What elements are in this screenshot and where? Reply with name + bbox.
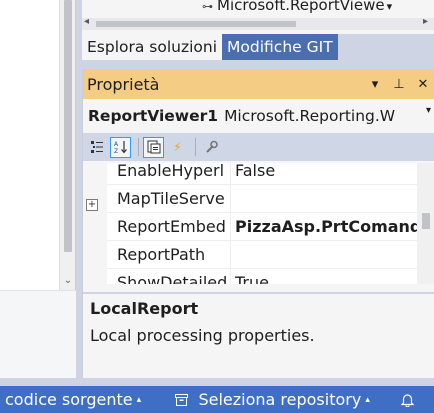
- horizontal-scrollbar[interactable]: ◂ ▸: [82, 16, 434, 30]
- properties-toolbar: AZ ⚡: [83, 133, 434, 161]
- scroll-right-icon[interactable]: ▸: [423, 16, 428, 27]
- categorized-icon[interactable]: [86, 137, 107, 158]
- property-grid-scrollbar[interactable]: [417, 163, 434, 284]
- properties-window: Proprietà ▾ ⊥ ✕ ReportViewer1 Microsoft.…: [82, 69, 434, 378]
- description-text: Local processing properties.: [90, 326, 315, 345]
- scroll-down-icon[interactable]: ⌄: [60, 275, 76, 287]
- events-icon[interactable]: ⚡: [167, 137, 188, 158]
- status-bar: codice sorgente ▴ Seleziona repository ▴: [0, 386, 434, 413]
- repository-icon: [175, 393, 192, 409]
- notification-bell-icon: [400, 391, 415, 409]
- chevron-down-icon: ▾: [386, 0, 393, 13]
- tool-window-tabs: Esplora soluzioni Modifiche GIT: [82, 34, 434, 60]
- property-row[interactable]: ReportEmbed PizzaAsp.PrtComande.rdlc: [107, 213, 417, 241]
- property-row[interactable]: ShowDetailed True: [107, 269, 417, 284]
- object-type: Microsoft.Reporting.W: [224, 107, 396, 125]
- scroll-left-icon[interactable]: ◂: [84, 16, 89, 27]
- property-name: ReportPath: [117, 245, 206, 264]
- description-title: LocalReport: [90, 299, 199, 318]
- column-divider: [230, 163, 231, 185]
- grid-margin: [83, 163, 107, 284]
- property-row[interactable]: ReportPath: [107, 241, 417, 269]
- select-repository-button[interactable]: Seleziona repository ▴: [175, 386, 370, 413]
- window-dropdown-icon[interactable]: ▾: [363, 77, 387, 92]
- editor-vertical-scrollbar[interactable]: ⌄: [59, 0, 75, 290]
- source-control-label: codice sorgente: [5, 390, 133, 409]
- pin-icon[interactable]: ⊥: [387, 77, 411, 92]
- description-pane: LocalReport Local processing properties.: [83, 292, 434, 378]
- scrollbar-thumb[interactable]: [96, 21, 296, 27]
- property-pages-icon[interactable]: [200, 137, 221, 158]
- caret-up-icon: ▴: [136, 395, 142, 405]
- expand-plus-icon[interactable]: +: [86, 199, 98, 211]
- column-divider: [230, 241, 231, 269]
- source-control-button[interactable]: codice sorgente ▴: [5, 386, 141, 413]
- property-name: MapTileServe: [117, 189, 225, 208]
- toolbar-separator: [195, 138, 196, 156]
- property-name: ReportEmbed: [117, 217, 226, 236]
- property-row[interactable]: EnableHyperl False: [107, 163, 417, 185]
- column-divider: [230, 185, 231, 213]
- property-value[interactable]: [235, 185, 417, 213]
- properties-icon[interactable]: [143, 136, 164, 158]
- property-row[interactable]: MapTileServe: [107, 185, 417, 213]
- svg-text:Z: Z: [114, 148, 118, 154]
- tab-git-changes[interactable]: Modifiche GIT: [222, 34, 338, 60]
- editor-lower-panel: [0, 290, 76, 378]
- repository-label: Seleziona repository: [198, 390, 362, 409]
- properties-title: Proprietà: [87, 74, 160, 94]
- svg-text:A: A: [114, 141, 119, 148]
- property-grid: EnableHyperl False MapTileServe ReportEm…: [83, 163, 434, 284]
- editor-area[interactable]: ⌄: [0, 0, 76, 290]
- column-divider: [230, 213, 231, 241]
- tree-item-reportviewer-reference[interactable]: ⊶ Microsoft.ReportViewe ▾: [202, 0, 392, 14]
- object-name: ReportViewer1: [88, 107, 219, 125]
- object-selector[interactable]: ReportViewer1 Microsoft.Reporting.W ▾: [83, 103, 434, 129]
- column-divider: [230, 269, 231, 284]
- caret-up-icon: ▴: [365, 395, 370, 405]
- property-value[interactable]: [235, 241, 417, 269]
- alphabetical-icon[interactable]: AZ: [110, 136, 131, 158]
- toolbar-separator: [138, 138, 139, 156]
- notifications-button[interactable]: [400, 386, 415, 413]
- solution-explorer-panel: ⊶ Microsoft.ReportViewe ▾ ◂ ▸: [82, 0, 434, 34]
- property-name: EnableHyperl: [117, 163, 225, 180]
- property-name: ShowDetailed: [117, 273, 228, 284]
- chevron-down-icon[interactable]: ▾: [423, 105, 431, 116]
- scrollbar-thumb[interactable]: [422, 213, 430, 229]
- properties-title-bar: Proprietà ▾ ⊥ ✕: [83, 69, 434, 99]
- tab-solution-explorer[interactable]: Esplora soluzioni: [82, 34, 223, 60]
- property-value[interactable]: True: [235, 269, 417, 284]
- tree-item-label: Microsoft.ReportViewe: [217, 0, 385, 14]
- scrollbar-thumb[interactable]: [64, 0, 72, 252]
- property-value[interactable]: False: [235, 163, 417, 185]
- reference-node-icon: ⊶: [202, 0, 213, 13]
- property-value[interactable]: PizzaAsp.PrtComande.rdlc: [235, 213, 417, 241]
- close-icon[interactable]: ✕: [411, 77, 434, 92]
